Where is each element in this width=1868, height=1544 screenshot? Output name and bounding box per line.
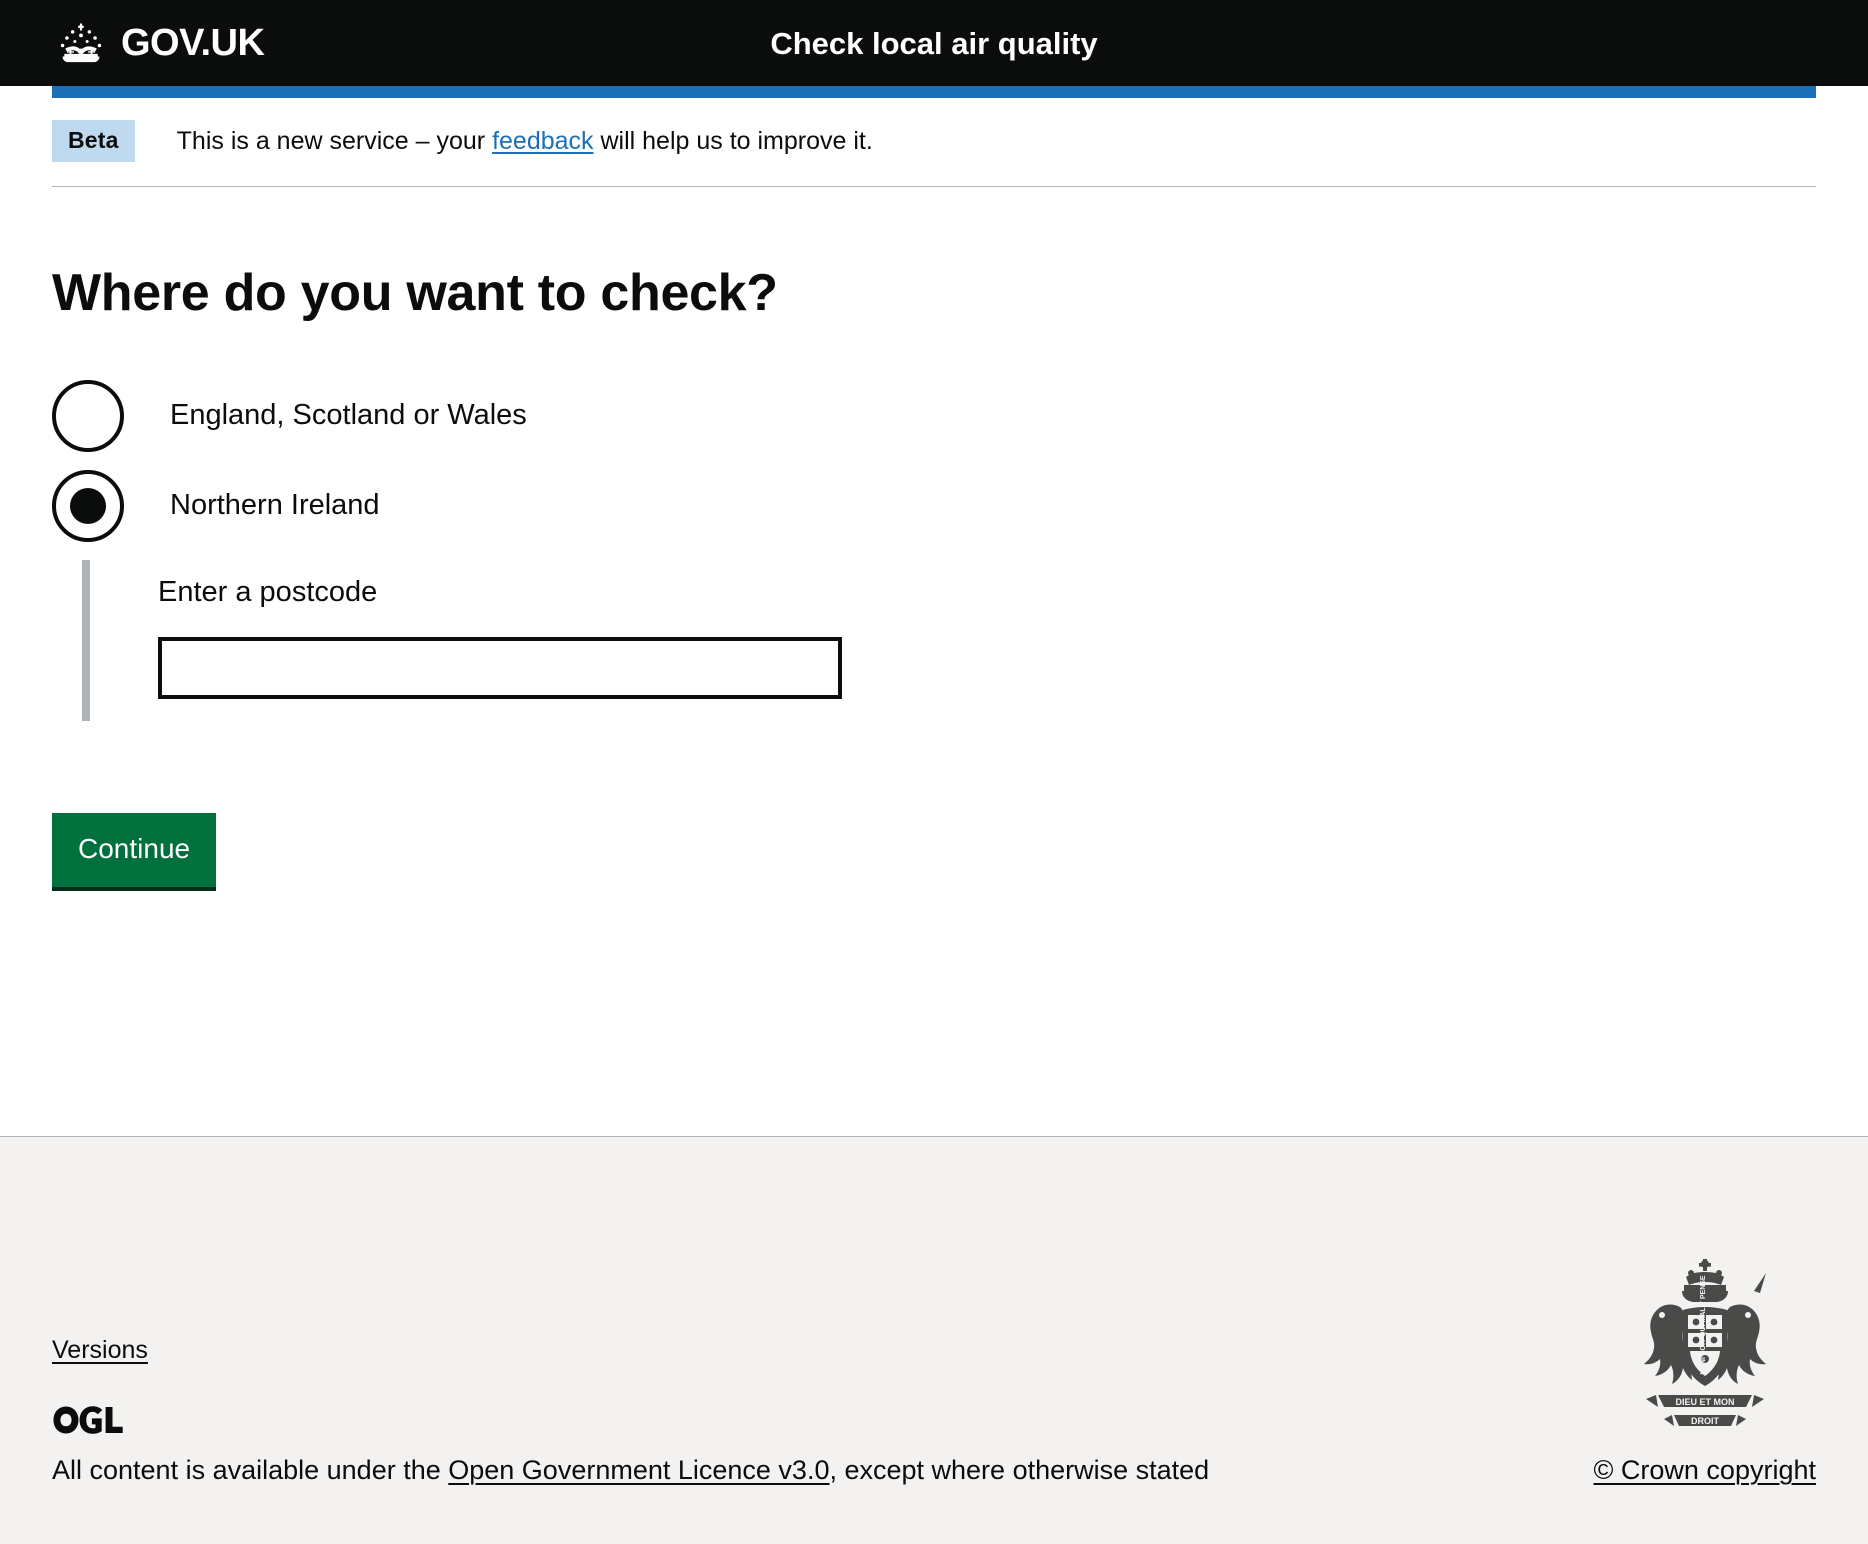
svg-text:DIEU ET MON: DIEU ET MON: [1675, 1397, 1734, 1407]
service-name-link[interactable]: Check local air quality: [770, 26, 1097, 61]
service-name: Check local air quality: [0, 28, 1868, 59]
footer-right-column: DIEU ET MON DROIT HONI SOIT QUI MAL Y PE…: [1594, 1255, 1816, 1486]
ogl-logo-icon: [52, 1405, 124, 1437]
postcode-input[interactable]: [158, 636, 842, 699]
page-root: GOV.UK Check local air quality Beta This…: [0, 0, 1868, 1544]
gov-uk-header: GOV.UK Check local air quality: [0, 0, 1868, 86]
continue-button[interactable]: Continue: [52, 812, 217, 887]
phase-text-after: will help us to improve it.: [593, 126, 873, 155]
licence-text: All content is available under the Open …: [52, 1454, 1209, 1486]
gov-uk-logo-link[interactable]: GOV.UK: [52, 20, 265, 67]
radio-option-england-scotland-wales[interactable]: England, Scotland or Wales: [52, 379, 1816, 452]
phase-banner-text: This is a new service – your feedback wi…: [176, 126, 873, 155]
licence-text-after: , except where otherwise stated: [829, 1454, 1210, 1485]
radio-input-england-scotland-wales[interactable]: [52, 379, 124, 452]
footer-inner: Versions All content is available under …: [52, 1137, 1816, 1544]
phase-banner: Beta This is a new service – your feedba…: [52, 98, 1816, 187]
blue-accent-bar: [52, 86, 1816, 98]
ogl-logo-row: [52, 1405, 1209, 1442]
radio-label-northern-ireland: Northern Ireland: [170, 489, 380, 522]
open-government-licence-link[interactable]: Open Government Licence v3.0: [448, 1455, 829, 1485]
page-footer: Versions All content is available under …: [0, 1136, 1868, 1544]
radio-label-england-scotland-wales: England, Scotland or Wales: [170, 399, 527, 432]
footer-left-column: Versions All content is available under …: [52, 1337, 1209, 1486]
page-title: Where do you want to check?: [52, 264, 778, 322]
royal-coat-of-arms-icon: DIEU ET MON DROIT HONI SOIT QUI MAL Y PE…: [1598, 1255, 1812, 1441]
svg-text:DROIT: DROIT: [1691, 1416, 1720, 1426]
svg-text:HONI SOIT QUI MAL Y PENSE: HONI SOIT QUI MAL Y PENSE: [1700, 1275, 1707, 1375]
phase-text-before: This is a new service – your: [176, 126, 493, 155]
crown-copyright-link[interactable]: © Crown copyright: [1594, 1457, 1816, 1484]
main-content: Where do you want to check? England, Sco…: [52, 187, 1816, 987]
postcode-label: Enter a postcode: [158, 575, 378, 608]
gov-uk-logo-text: GOV.UK: [121, 22, 265, 64]
header-inner: GOV.UK Check local air quality: [0, 20, 1868, 67]
radio-option-northern-ireland[interactable]: Northern Ireland: [52, 469, 1816, 542]
licence-text-before: All content is available under the: [52, 1454, 449, 1485]
radio-group-location: England, Scotland or Wales Northern Irel…: [52, 379, 1816, 721]
feedback-link[interactable]: feedback: [492, 127, 593, 155]
crown-icon: [52, 20, 110, 67]
versions-link[interactable]: Versions: [52, 1337, 148, 1363]
phase-tag-beta: Beta: [52, 120, 135, 162]
conditional-reveal-postcode: Enter a postcode: [82, 559, 1816, 721]
radio-input-northern-ireland[interactable]: [52, 469, 124, 542]
